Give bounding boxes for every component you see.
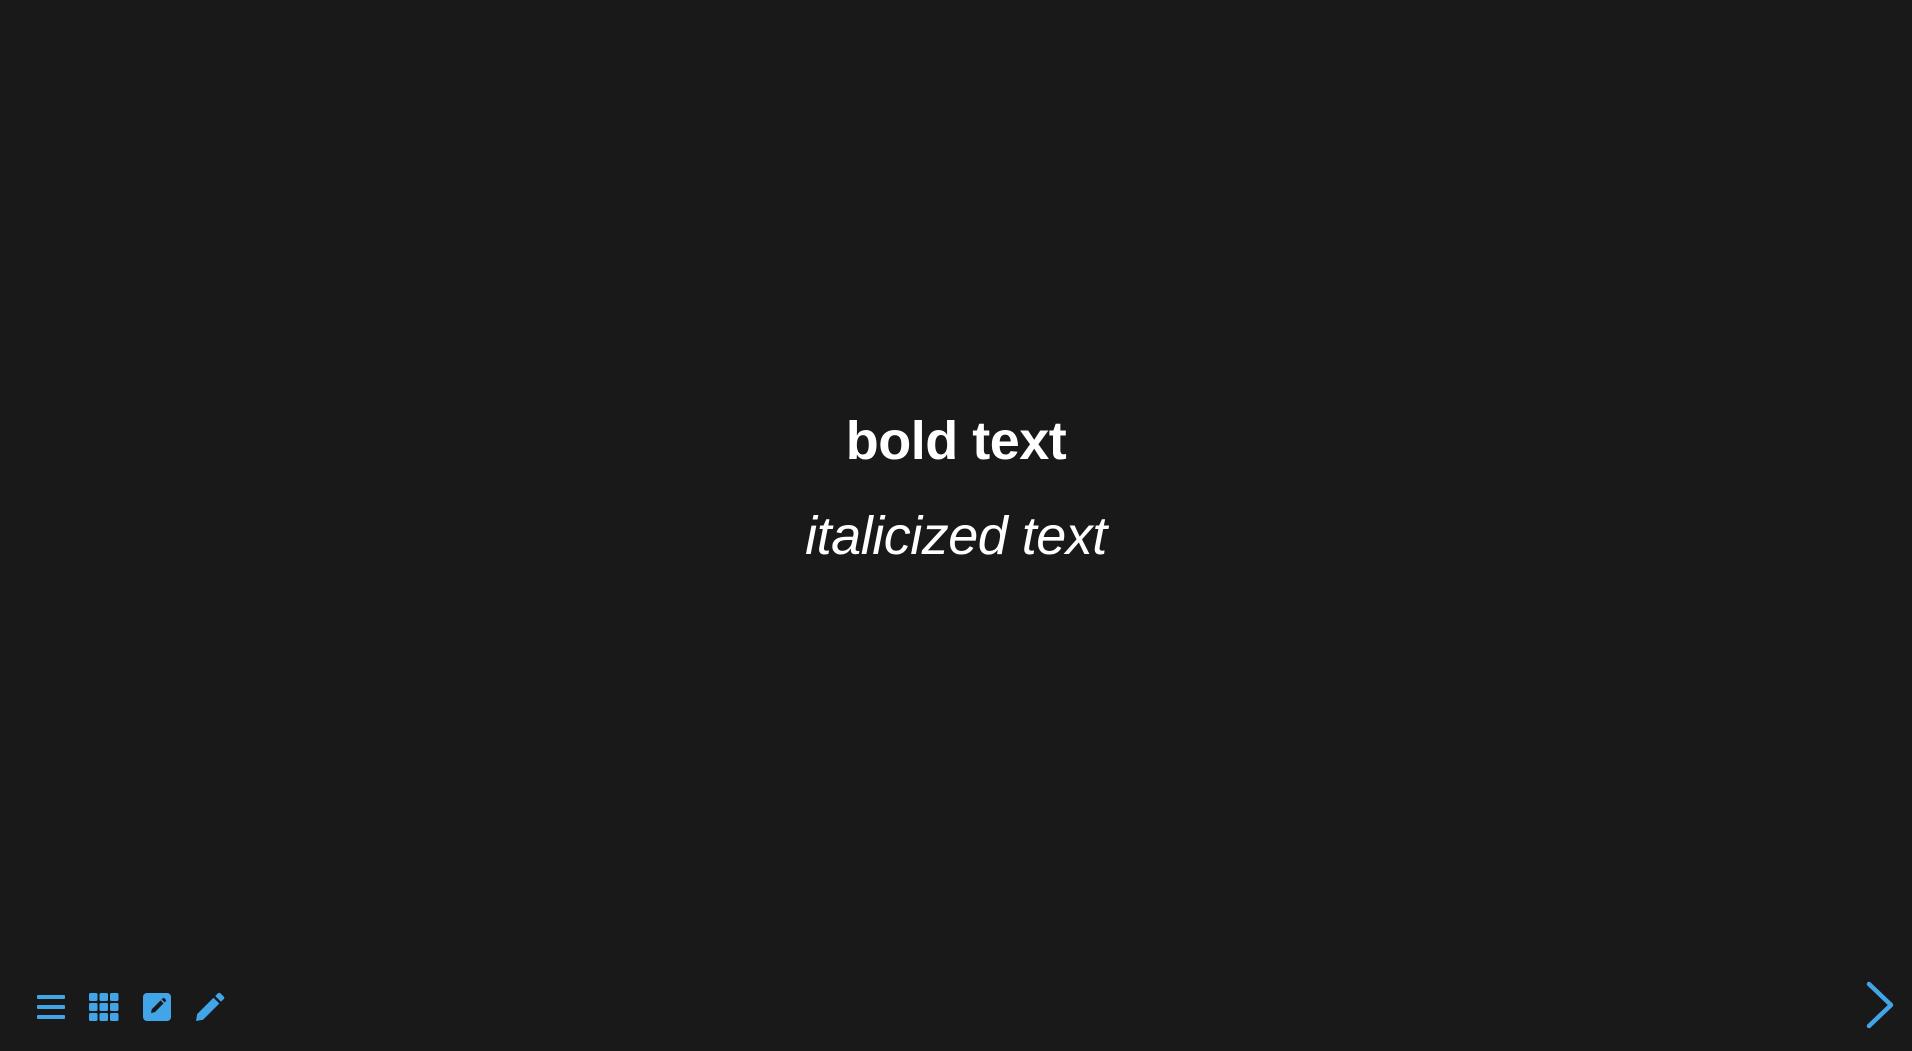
presentation-stage: bold text italicized text	[0, 0, 1912, 1051]
overview-grid-button[interactable]	[87, 990, 121, 1024]
next-slide-button[interactable]	[1864, 981, 1896, 1034]
slide: bold text italicized text	[0, 0, 1912, 1051]
bold-text-line: bold text	[845, 410, 1067, 471]
bottom-toolbar	[34, 990, 246, 1024]
menu-icon	[37, 994, 65, 1020]
grid-icon	[89, 993, 119, 1021]
italic-text-line: italicized text	[805, 505, 1107, 566]
edit-button[interactable]	[140, 990, 174, 1024]
edit-square-icon	[143, 993, 171, 1021]
chevron-right-icon	[1865, 981, 1895, 1034]
pencil-icon	[194, 991, 226, 1023]
menu-button[interactable]	[34, 990, 68, 1024]
draw-button[interactable]	[193, 990, 227, 1024]
